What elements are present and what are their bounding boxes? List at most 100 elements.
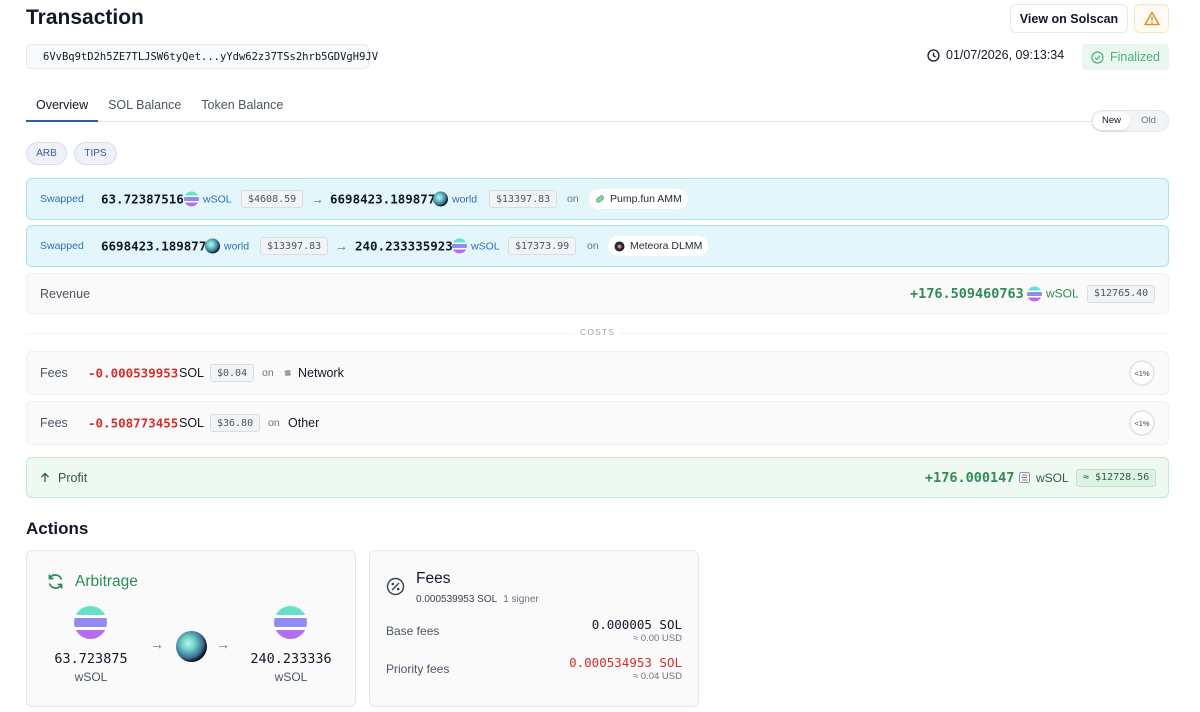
- fee-label: Fees: [40, 366, 68, 380]
- fee-target-name: Network: [298, 366, 344, 380]
- wsol-token-icon: [452, 238, 467, 254]
- dex-badge[interactable]: Meteora DLMM: [608, 236, 709, 256]
- profit-row: Profit +176.000147 wSOL ≈ $12728.56: [26, 457, 1169, 498]
- world-token-icon: [205, 238, 220, 254]
- fee-target-name: Other: [288, 416, 320, 430]
- actions-heading: Actions: [26, 519, 89, 538]
- check-circle-icon: [1091, 50, 1104, 64]
- tab-token-balance[interactable]: Token Balance: [191, 92, 293, 122]
- wsol-token-icon: [184, 191, 199, 207]
- token-name: wSOL: [471, 240, 500, 252]
- view-toggle: New Old: [1091, 110, 1169, 132]
- percent-ring: <1%: [1129, 360, 1155, 386]
- arbitrage-to-amount: 240.233336: [250, 651, 332, 667]
- dex-name: Meteora DLMM: [630, 240, 703, 252]
- status-text: Finalized: [1109, 50, 1161, 64]
- fee-token: SOL: [179, 366, 205, 380]
- toggle-new[interactable]: New: [1093, 112, 1130, 130]
- arrow-right-icon: →: [150, 636, 164, 652]
- swap-out-amount: 6698423.189877: [330, 191, 436, 207]
- dex-badge[interactable]: Pump.fun AMM: [589, 189, 688, 209]
- clock-icon: [927, 48, 940, 62]
- usd-badge: $12765.40: [1087, 284, 1156, 303]
- usd-badge: $17373.99: [508, 237, 577, 255]
- toggle-old[interactable]: Old: [1130, 112, 1167, 130]
- profit-label-group: Profit: [40, 471, 87, 485]
- revenue-label: Revenue: [40, 286, 91, 301]
- arbitrage-to-token: wSOL: [274, 670, 308, 684]
- swap-out-token[interactable]: world: [433, 191, 478, 207]
- swap-label: Swapped: [40, 240, 84, 252]
- status-badge: Finalized: [1082, 44, 1169, 70]
- usd-badge: $0.04: [210, 364, 255, 382]
- signature-box[interactable]: 6VvBq9tD2h5ZE7TLJSW6tyQet...yYdw62z37TSs…: [26, 44, 378, 69]
- token-name: world: [452, 193, 478, 205]
- arbitrage-title: Arbitrage: [75, 573, 138, 590]
- swap-in-amount: 6698423.189877: [101, 238, 207, 254]
- usd-badge: $36.80: [210, 414, 261, 432]
- dex-name: Pump.fun AMM: [610, 193, 682, 205]
- costs-label: COSTS: [574, 327, 622, 337]
- arrow-right-icon: →: [335, 238, 348, 254]
- wsol-token-icon: [74, 606, 107, 639]
- base-fees-label: Base fees: [386, 624, 440, 638]
- on-label: on: [268, 417, 280, 429]
- percent-ring: <1%: [1129, 410, 1155, 436]
- token-name: wSOL: [1046, 286, 1079, 301]
- swap-row: Swapped 6698423.189877 world $13397.83 →…: [26, 225, 1169, 267]
- page-title: Transaction: [26, 6, 144, 29]
- swap-row: Swapped 63.72387516 wSOL $4608.59 → 6698…: [26, 178, 1169, 220]
- revenue-amount: +176.509460763: [910, 285, 1024, 302]
- arrow-right-icon: →: [311, 191, 324, 207]
- chip-tips[interactable]: TIPS: [74, 142, 117, 165]
- swap-in-token[interactable]: wSOL: [184, 191, 232, 207]
- fee-badge-icon: [386, 577, 405, 596]
- chip-arb[interactable]: ARB: [26, 142, 67, 165]
- fee-target: Network: [284, 366, 344, 380]
- usd-badge: $13397.83: [260, 237, 329, 255]
- token-name: world: [224, 240, 250, 252]
- report-button[interactable]: [1134, 4, 1169, 33]
- priority-fees-value: 0.000534953 SOL: [569, 655, 682, 670]
- world-token-icon: [433, 191, 448, 207]
- view-on-solscan-button[interactable]: View on Solscan: [1010, 4, 1128, 33]
- base-fees-usd: ≈ 0.00 USD: [632, 633, 682, 644]
- swap-out-token[interactable]: wSOL: [452, 238, 500, 254]
- fees-signers: 1 signer: [503, 594, 539, 605]
- world-token-icon: [176, 631, 207, 662]
- warning-icon: [1143, 11, 1160, 26]
- swap-in-token[interactable]: world: [205, 238, 250, 254]
- pump-fun-icon: [596, 195, 604, 203]
- arbitrage-from-token: wSOL: [74, 670, 108, 684]
- fees-title: Fees: [416, 570, 451, 587]
- priority-fees-label: Priority fees: [386, 662, 450, 676]
- fee-amount: -0.000539953: [88, 365, 179, 381]
- fee-amount: -0.508773455: [88, 415, 179, 431]
- base-fees-value: 0.000005 SOL: [591, 617, 682, 632]
- on-label: on: [262, 367, 274, 379]
- token-name: wSOL: [1036, 470, 1069, 485]
- swap-in-amount: 63.72387516: [101, 191, 184, 207]
- swap-label: Swapped: [40, 193, 84, 205]
- on-label: on: [587, 240, 599, 252]
- solana-icon: [284, 370, 291, 376]
- fee-row: Fees -0.000539953 SOL $0.04 on Network <…: [26, 351, 1169, 395]
- swap-out-amount: 240.233335923: [355, 238, 453, 254]
- usd-badge: $13397.83: [489, 190, 558, 208]
- tab-bar: Overview SOL Balance Token Balance: [26, 92, 1169, 122]
- revenue-token[interactable]: wSOL: [1027, 286, 1079, 301]
- usd-badge: $4608.59: [241, 190, 304, 208]
- meteora-icon: [614, 241, 625, 251]
- fee-label: Fees: [40, 416, 68, 430]
- token-name: wSOL: [203, 193, 232, 205]
- timestamp: 01/07/2026, 09:13:34: [927, 48, 1064, 62]
- priority-fees-usd: ≈ 0.04 USD: [632, 671, 682, 682]
- profit-token[interactable]: wSOL: [1019, 471, 1069, 485]
- fee-token: SOL: [179, 416, 205, 430]
- refresh-icon: [48, 574, 63, 589]
- profit-label: Profit: [58, 470, 88, 485]
- fee-row: Fees -0.508773455 SOL $36.80 on Other <1…: [26, 401, 1169, 445]
- on-label: on: [567, 193, 579, 205]
- tab-sol-balance[interactable]: SOL Balance: [98, 92, 191, 122]
- tab-overview[interactable]: Overview: [26, 92, 99, 122]
